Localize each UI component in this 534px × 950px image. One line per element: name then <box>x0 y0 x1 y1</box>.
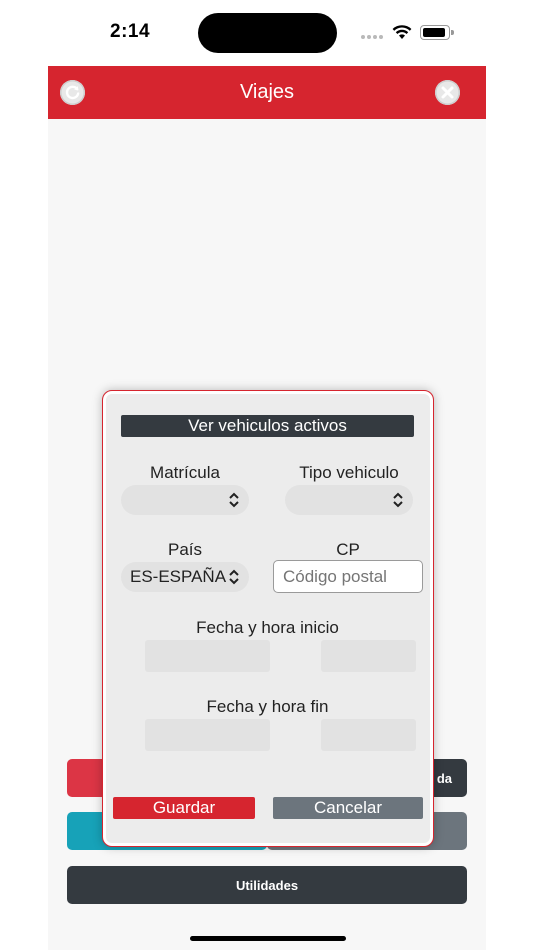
dynamic-island <box>198 13 337 53</box>
cellular-signal-icon <box>361 35 383 39</box>
app-screen: 2:14 Viajes da Utilidades Ver vehiculos <box>48 0 486 950</box>
matricula-select[interactable] <box>121 485 249 515</box>
nav-title: Viajes <box>239 81 295 103</box>
cp-label: CP <box>336 540 360 559</box>
tipo-vehiculo-select[interactable] <box>285 485 413 515</box>
utilities-button[interactable]: Utilidades <box>67 866 467 904</box>
select-chevron-icon <box>229 569 239 585</box>
fecha-fin-time-field[interactable] <box>321 719 416 751</box>
close-glyph-icon <box>441 86 454 99</box>
tipo-vehiculo-label: Tipo vehiculo <box>299 463 399 482</box>
fecha-inicio-time-field[interactable] <box>321 640 416 672</box>
select-chevron-icon <box>229 492 239 508</box>
wifi-icon <box>392 25 412 39</box>
cancel-button[interactable]: Cancelar <box>273 797 423 819</box>
matricula-label: Matrícula <box>150 463 220 482</box>
save-button[interactable]: Guardar <box>113 797 255 819</box>
select-chevron-icon <box>393 492 403 508</box>
status-time: 2:14 <box>110 21 151 42</box>
pais-label: País <box>167 540 203 559</box>
fecha-inicio-date-field[interactable] <box>145 640 270 672</box>
pais-value: ES-ESPAÑA <box>130 567 226 586</box>
cp-input[interactable] <box>273 560 423 593</box>
battery-icon <box>420 25 454 40</box>
close-icon[interactable] <box>435 80 460 105</box>
nav-bar: Viajes <box>48 66 486 119</box>
fecha-inicio-label: Fecha y hora inicio <box>196 618 339 637</box>
left-margin <box>0 0 48 950</box>
right-margin <box>486 0 534 950</box>
status-bar: 2:14 <box>48 0 486 66</box>
pais-select[interactable]: ES-ESPAÑA <box>121 562 249 592</box>
active-vehicles-dialog: Ver vehiculos activos Matrícula Tipo veh… <box>102 390 434 847</box>
home-indicator[interactable] <box>190 936 346 941</box>
fecha-fin-label: Fecha y hora fin <box>206 697 329 716</box>
dialog-title: Ver vehiculos activos <box>121 415 414 437</box>
fecha-fin-date-field[interactable] <box>145 719 270 751</box>
